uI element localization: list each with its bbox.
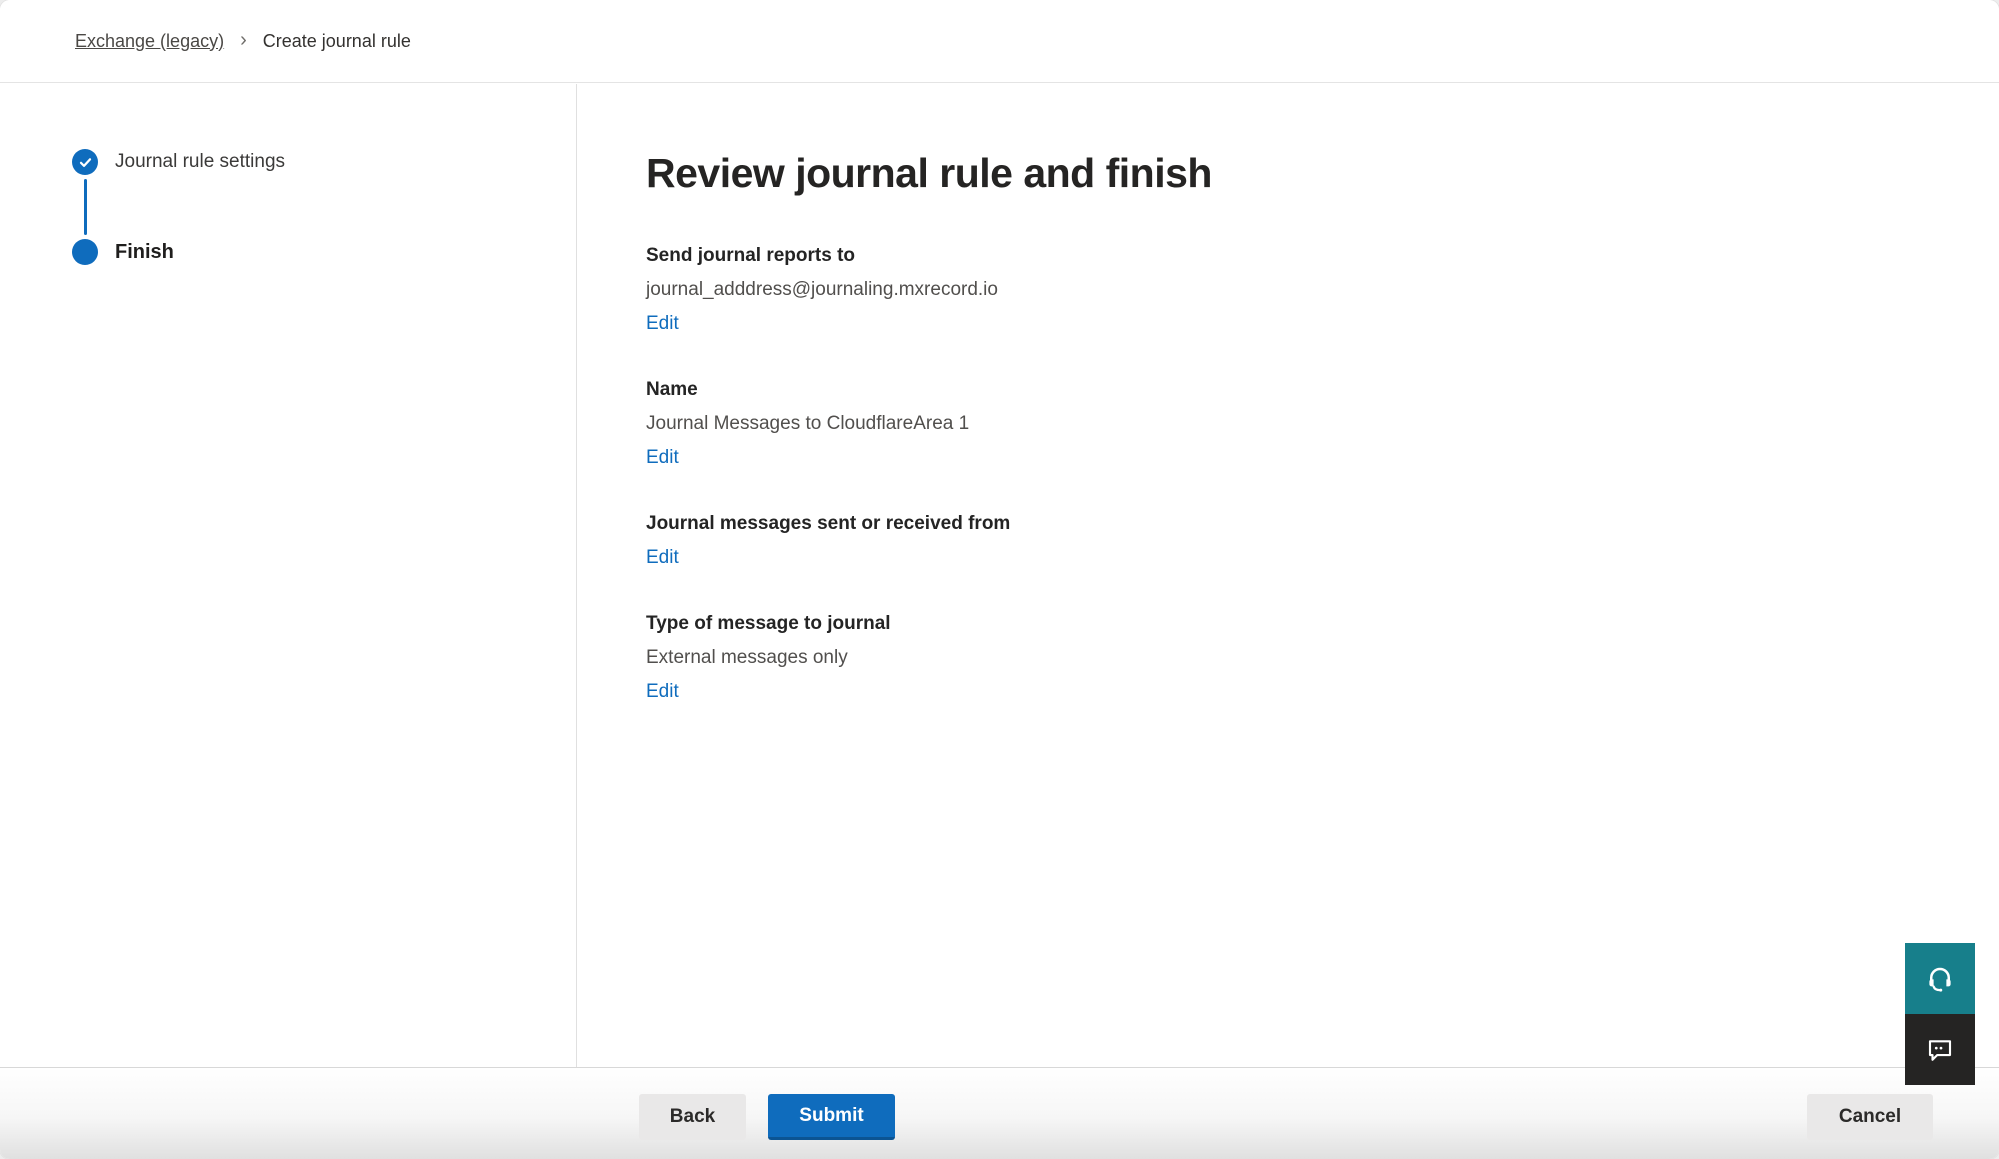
current-step-dot-icon xyxy=(72,239,98,265)
completed-check-icon xyxy=(72,149,98,175)
chevron-right-icon: › xyxy=(240,30,247,50)
help-button[interactable] xyxy=(1905,943,1975,1014)
breadcrumb: Exchange (legacy) › Create journal rule xyxy=(0,0,1999,83)
section-label: Type of message to journal xyxy=(646,607,1999,641)
section-journal-messages-sent-or-received: Journal messages sent or received from E… xyxy=(646,507,1999,575)
wizard-step-list: Journal rule settings Finish xyxy=(72,149,285,265)
section-name: Name Journal Messages to CloudflareArea … xyxy=(646,373,1999,475)
section-label: Name xyxy=(646,373,1999,407)
section-send-journal-reports-to: Send journal reports to journal_adddress… xyxy=(646,239,1999,341)
wizard-steps-panel: Journal rule settings Finish xyxy=(0,84,577,1067)
chat-icon xyxy=(1925,1035,1955,1065)
headset-icon xyxy=(1925,964,1955,994)
wizard-step-journal-rule-settings[interactable]: Journal rule settings xyxy=(72,149,285,175)
review-content: Review journal rule and finish Send jour… xyxy=(578,84,1999,1067)
wizard-step-label: Journal rule settings xyxy=(115,151,285,173)
rule-name-value: Journal Messages to CloudflareArea 1 xyxy=(646,407,1999,441)
submit-button[interactable]: Submit xyxy=(768,1094,895,1140)
edit-name-link[interactable]: Edit xyxy=(646,441,679,475)
journal-report-address-value: journal_adddress@journaling.mxrecord.io xyxy=(646,273,1999,307)
exchange-admin-window: Exchange (legacy) › Create journal rule … xyxy=(0,0,1999,1159)
wizard-step-label: Finish xyxy=(115,241,174,264)
section-label: Journal messages sent or received from xyxy=(646,507,1999,541)
feedback-button[interactable] xyxy=(1905,1014,1975,1085)
floating-action-buttons xyxy=(1905,943,1975,1085)
action-bar: Back Submit Cancel xyxy=(0,1067,1999,1159)
step-connector-line xyxy=(84,179,87,235)
edit-scope-link[interactable]: Edit xyxy=(646,541,679,575)
cancel-button[interactable]: Cancel xyxy=(1807,1094,1933,1140)
wizard-step-finish[interactable]: Finish xyxy=(72,239,285,265)
breadcrumb-current-page: Create journal rule xyxy=(263,31,411,52)
edit-message-type-link[interactable]: Edit xyxy=(646,675,679,709)
edit-send-journal-reports-link[interactable]: Edit xyxy=(646,307,679,341)
message-type-value: External messages only xyxy=(646,641,1999,675)
back-button[interactable]: Back xyxy=(639,1094,746,1140)
breadcrumb-link-exchange-legacy[interactable]: Exchange (legacy) xyxy=(75,31,224,52)
page-title: Review journal rule and finish xyxy=(646,145,1999,201)
review-sections: Send journal reports to journal_adddress… xyxy=(646,239,1999,709)
section-label: Send journal reports to xyxy=(646,239,1999,273)
section-type-of-message: Type of message to journal External mess… xyxy=(646,607,1999,709)
